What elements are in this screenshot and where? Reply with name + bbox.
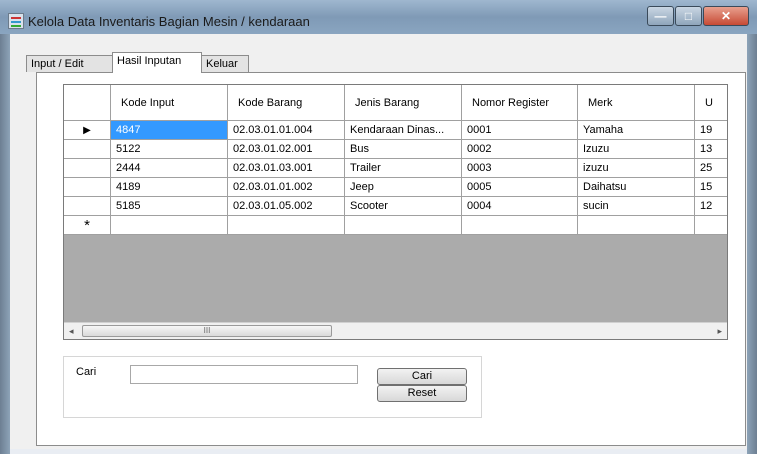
table-cell[interactable] [111, 216, 228, 235]
new-row-asterisk-icon[interactable]: * [64, 216, 111, 235]
table-cell[interactable]: 02.03.01.03.001 [228, 159, 345, 178]
table-cell[interactable]: 4189 [111, 178, 228, 197]
table-cell[interactable]: Trailer [345, 159, 462, 178]
search-button[interactable]: Cari [377, 368, 467, 385]
tab-input-edit[interactable]: Input / Edit [26, 55, 113, 72]
table-cell[interactable]: 02.03.01.02.001 [228, 140, 345, 159]
table-cell[interactable]: 25 [695, 159, 727, 178]
table-cell[interactable]: Daihatsu [578, 178, 695, 197]
data-grid[interactable]: Kode Input Kode Barang Jenis Barang Nomo… [63, 84, 728, 340]
table-cell[interactable] [695, 216, 727, 235]
table-cell[interactable]: 02.03.01.05.002 [228, 197, 345, 216]
scrollbar-thumb[interactable]: III [82, 325, 332, 337]
table-cell[interactable] [228, 216, 345, 235]
scroll-left-arrow-icon[interactable]: ◂ [69, 326, 74, 337]
table-cell[interactable]: Scooter [345, 197, 462, 216]
row-selector[interactable] [64, 159, 111, 178]
table-cell[interactable]: 02.03.01.01.004 [228, 121, 345, 140]
search-input[interactable] [130, 365, 358, 384]
row-selector[interactable] [64, 140, 111, 159]
table-cell[interactable]: 13 [695, 140, 727, 159]
column-header-u[interactable]: U [695, 85, 727, 121]
row-selector-arrow-icon[interactable]: ▶ [64, 121, 111, 140]
column-header-kode-input[interactable]: Kode Input [111, 85, 228, 121]
close-button[interactable]: ✕ [703, 6, 749, 26]
main-window: Kelola Data Inventaris Bagian Mesin / ke… [0, 0, 757, 454]
table-cell[interactable] [345, 216, 462, 235]
column-header-kode-barang[interactable]: Kode Barang [228, 85, 345, 121]
table-cell[interactable]: Kendaraan Dinas... [345, 121, 462, 140]
table-row[interactable]: 4189 02.03.01.01.002 Jeep 0005 Daihatsu … [64, 178, 727, 197]
table-cell[interactable]: sucin [578, 197, 695, 216]
grid-body: Kode Input Kode Barang Jenis Barang Nomo… [64, 85, 727, 235]
row-selector[interactable] [64, 178, 111, 197]
table-cell[interactable]: 2444 [111, 159, 228, 178]
table-cell[interactable]: 4847 [111, 121, 228, 140]
table-row[interactable]: 2444 02.03.01.03.001 Trailer 0003 izuzu … [64, 159, 727, 178]
table-cell[interactable] [462, 216, 578, 235]
table-cell[interactable]: Yamaha [578, 121, 695, 140]
table-cell[interactable]: 0001 [462, 121, 578, 140]
table-cell[interactable]: 02.03.01.01.002 [228, 178, 345, 197]
table-row[interactable]: 5122 02.03.01.02.001 Bus 0002 Izuzu 13 [64, 140, 727, 159]
window-title: Kelola Data Inventaris Bagian Mesin / ke… [28, 14, 310, 29]
table-cell[interactable]: 12 [695, 197, 727, 216]
window-border-left [0, 34, 10, 454]
table-cell[interactable]: 0004 [462, 197, 578, 216]
tab-keluar[interactable]: Keluar [201, 55, 249, 72]
table-cell[interactable] [578, 216, 695, 235]
maximize-button[interactable]: □ [675, 6, 702, 26]
row-selector[interactable] [64, 197, 111, 216]
table-cell[interactable]: 5185 [111, 197, 228, 216]
table-row[interactable]: ▶ 4847 02.03.01.01.004 Kendaraan Dinas..… [64, 121, 727, 140]
search-label: Cari [76, 366, 97, 378]
table-cell[interactable]: Jeep [345, 178, 462, 197]
table-cell[interactable]: 19 [695, 121, 727, 140]
table-cell[interactable]: izuzu [578, 159, 695, 178]
window-controls: — □ ✕ [646, 6, 749, 26]
table-row[interactable]: 5185 02.03.01.05.002 Scooter 0004 sucin … [64, 197, 727, 216]
reset-button[interactable]: Reset [377, 385, 467, 402]
minimize-button[interactable]: — [647, 6, 674, 26]
window-border-right [747, 34, 757, 454]
column-header-jenis-barang[interactable]: Jenis Barang [345, 85, 462, 121]
table-cell[interactable]: 0003 [462, 159, 578, 178]
scroll-right-arrow-icon[interactable]: ▸ [717, 326, 722, 337]
table-cell[interactable]: Izuzu [578, 140, 695, 159]
horizontal-scrollbar[interactable]: ◂ III ▸ [64, 322, 727, 339]
table-cell[interactable]: 0005 [462, 178, 578, 197]
grid-header-row: Kode Input Kode Barang Jenis Barang Nomo… [64, 85, 727, 121]
grid-corner-cell[interactable] [64, 85, 111, 121]
column-header-nomor-register[interactable]: Nomor Register [462, 85, 578, 121]
column-header-merk[interactable]: Merk [578, 85, 695, 121]
table-cell[interactable]: 0002 [462, 140, 578, 159]
table-cell[interactable]: Bus [345, 140, 462, 159]
tab-hasil-inputan[interactable]: Hasil Inputan [112, 52, 202, 73]
app-form-icon[interactable] [8, 13, 24, 29]
title-bar[interactable]: Kelola Data Inventaris Bagian Mesin / ke… [0, 0, 757, 34]
table-cell[interactable]: 15 [695, 178, 727, 197]
table-cell[interactable]: 5122 [111, 140, 228, 159]
new-row[interactable]: * [64, 216, 727, 235]
